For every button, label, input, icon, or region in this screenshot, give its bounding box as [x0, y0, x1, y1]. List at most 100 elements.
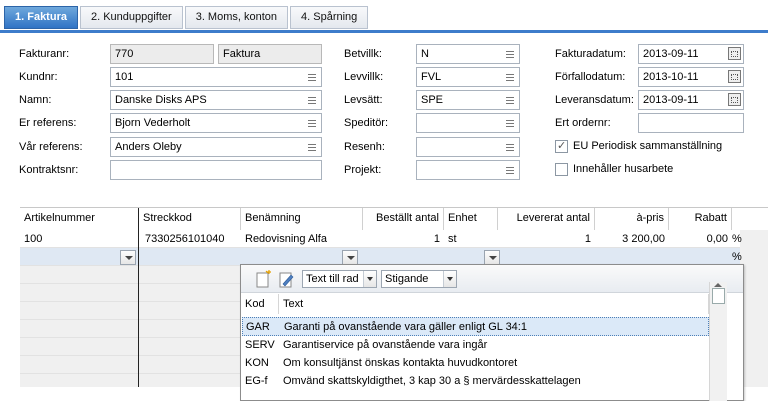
betvillk-field[interactable]: N [416, 44, 520, 64]
cell-streckkod: 7330256101040 [145, 233, 225, 245]
leveransdatum-field[interactable]: 2013-09-11 [638, 90, 744, 110]
fakturanr-label: Fakturanr: [19, 48, 70, 60]
forfallodatum-value: 2013-10-11 [643, 71, 699, 83]
cell-bestallt-antal: 1 [433, 233, 440, 245]
popup-cell-text: Garantiservice på ovanstående vara ingår [283, 339, 488, 351]
popup-cell-kod: EG-f [245, 375, 268, 387]
col-header-blank [732, 208, 768, 230]
eu-periodisk-checkbox[interactable] [555, 139, 568, 153]
table-row[interactable]: 100 7330256101040 Redovisning Alfa 1 st … [20, 230, 742, 248]
levsatt-label: Levsätt: [344, 94, 383, 106]
cell-levererat-antal: 1 [584, 233, 591, 245]
list-icon[interactable] [502, 69, 518, 85]
resenh-label: Resenh: [344, 141, 385, 153]
column-divider [138, 208, 139, 387]
betvillk-value: N [421, 48, 429, 60]
col-header-streckkod[interactable]: Streckkod [139, 208, 241, 230]
list-icon[interactable] [502, 162, 518, 178]
namn-value: Danske Disks APS [115, 94, 207, 106]
kontraktsnr-label: Kontraktsnr: [19, 164, 79, 176]
popup-row[interactable]: KON Om konsultjänst önskas kontakta huvu… [242, 354, 709, 373]
col-header-artikelnummer[interactable]: Artikelnummer [20, 208, 139, 230]
new-document-icon[interactable] [255, 270, 271, 288]
col-header-benamning[interactable]: Benämning [241, 208, 363, 230]
text-mode-select[interactable]: Text till rad [302, 270, 377, 288]
col-header-enhet[interactable]: Enhet [444, 208, 498, 230]
popup-row-selected[interactable]: GAR Garanti på ovanstående vara gäller e… [242, 317, 709, 336]
betvillk-label: Betvillk: [344, 48, 382, 60]
list-icon[interactable] [304, 69, 320, 85]
scroll-up-icon[interactable] [714, 283, 722, 287]
sort-order-select[interactable]: Stigande [381, 270, 457, 288]
list-icon[interactable] [304, 92, 320, 108]
col-header-rabatt[interactable]: Rabatt [669, 208, 732, 230]
popup-cell-text: Om konsultjänst önskas kontakta huvudkon… [283, 357, 518, 369]
levvillk-value: FVL [421, 71, 442, 83]
list-icon[interactable] [304, 115, 320, 131]
tab-bar: 1. Faktura 2. Kunduppgifter 3. Moms, kon… [4, 6, 370, 30]
text-lookup-popup: Text till rad Stigande Kod Text GAR Gara… [240, 264, 744, 401]
popup-cell-text: Omvänd skattskyldigthet, 3 kap 30 a § me… [283, 375, 581, 387]
col-header-levererat-antal[interactable]: Levererat antal [498, 208, 595, 230]
edit-document-icon[interactable] [278, 270, 294, 288]
scroll-thumb[interactable] [712, 288, 725, 304]
ert-ordernr-label: Ert ordernr: [555, 117, 611, 129]
list-icon[interactable] [304, 139, 320, 155]
popup-row[interactable]: EG-f Omvänd skattskyldigthet, 3 kap 30 a… [242, 372, 709, 391]
fakturadatum-field[interactable]: 2013-09-11 [638, 44, 744, 64]
tab-kunduppgifter[interactable]: 2. Kunduppgifter [79, 6, 183, 29]
cell-enhet: st [448, 233, 457, 245]
list-icon[interactable] [502, 46, 518, 62]
sort-order-value: Stigande [385, 273, 429, 285]
levsatt-field[interactable]: SPE [416, 90, 520, 110]
projekt-field[interactable] [416, 160, 520, 180]
artikel-dropdown-button[interactable] [120, 250, 136, 265]
popup-row[interactable]: SERV Garantiservice på ovanstående vara … [242, 336, 709, 355]
kontraktsnr-field[interactable] [110, 160, 322, 180]
chevron-down-icon [363, 271, 376, 287]
er-referens-field[interactable]: Bjorn Vederholt [110, 113, 322, 133]
calendar-icon[interactable] [728, 70, 741, 83]
leveransdatum-value: 2013-09-11 [643, 94, 699, 106]
er-referens-value: Bjorn Vederholt [115, 117, 191, 129]
calendar-icon[interactable] [728, 93, 741, 106]
husarbete-label: Innehåller husarbete [573, 163, 674, 175]
cell-artikelnummer: 100 [24, 233, 43, 245]
tab-underline [0, 30, 768, 33]
chevron-down-icon [443, 271, 456, 287]
tab-moms-konton[interactable]: 3. Moms, konton [184, 6, 289, 29]
tab-faktura[interactable]: 1. Faktura [4, 6, 78, 29]
fakturatyp-field: Faktura [218, 44, 322, 64]
resenh-field[interactable] [416, 137, 520, 157]
speditor-field[interactable] [416, 113, 520, 133]
var-referens-field[interactable]: Anders Oleby [110, 137, 322, 157]
list-icon[interactable] [502, 92, 518, 108]
popup-header-kod[interactable]: Kod [241, 294, 279, 314]
ert-ordernr-field[interactable] [638, 113, 744, 133]
namn-label: Namn: [19, 94, 52, 106]
forfallodatum-field[interactable]: 2013-10-11 [638, 67, 744, 87]
forfallodatum-label: Förfallodatum: [555, 71, 626, 83]
eu-periodisk-label: EU Periodisk sammanställning [573, 140, 723, 152]
levvillk-label: Levvillk: [344, 71, 384, 83]
husarbete-checkbox[interactable] [555, 163, 568, 176]
list-icon[interactable] [502, 139, 518, 155]
popup-cell-kod: KON [245, 357, 269, 369]
cell-a-pris: 3 200,00 [622, 233, 665, 245]
popup-header-text[interactable]: Text [279, 294, 709, 314]
cell-rabatt-unit: % [732, 233, 742, 245]
var-referens-label: Vår referens: [19, 141, 83, 153]
kundnr-field[interactable]: 101 [110, 67, 322, 87]
projekt-label: Projekt: [344, 164, 382, 176]
levvillk-field[interactable]: FVL [416, 67, 520, 87]
popup-scrollbar[interactable] [709, 282, 727, 401]
col-header-bestallt-antal[interactable]: Beställt antal [363, 208, 444, 230]
calendar-icon[interactable] [728, 47, 741, 60]
fakturadatum-label: Fakturadatum: [555, 48, 626, 60]
namn-field[interactable]: Danske Disks APS [110, 90, 322, 110]
col-header-a-pris[interactable]: à-pris [595, 208, 669, 230]
enhet-dropdown-button[interactable] [484, 250, 500, 265]
benamning-dropdown-button[interactable] [342, 250, 358, 265]
list-icon[interactable] [502, 115, 518, 131]
tab-sparning[interactable]: 4. Spårning [290, 6, 369, 29]
